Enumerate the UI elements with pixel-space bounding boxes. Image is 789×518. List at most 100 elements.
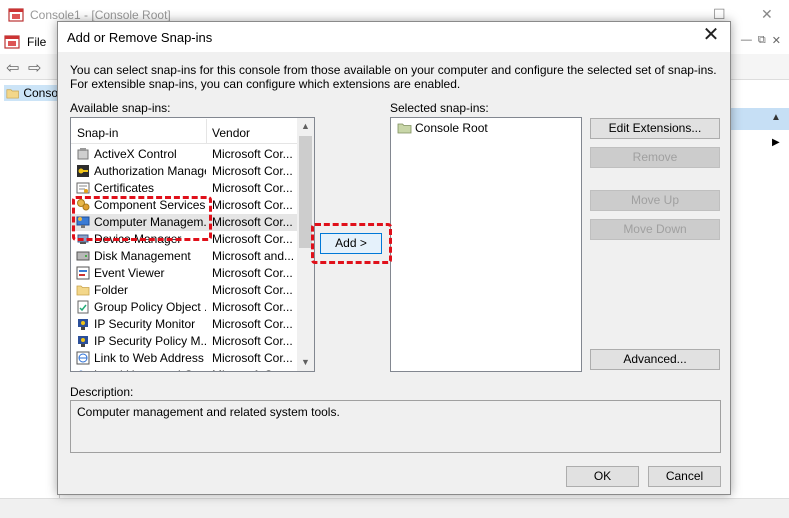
- snapin-row[interactable]: Folder Microsoft Cor...: [71, 282, 298, 299]
- selected-item-label: Console Root: [415, 121, 488, 135]
- advanced-button[interactable]: Advanced...: [590, 349, 720, 370]
- snapin-name: Event Viewer: [94, 266, 165, 280]
- menu-file[interactable]: File: [27, 35, 46, 49]
- group-policy-icon: [77, 300, 89, 314]
- add-button[interactable]: Add >: [320, 233, 382, 254]
- available-snapins-label: Available snap-ins:: [70, 101, 171, 115]
- column-header-vendor[interactable]: Vendor: [212, 126, 250, 140]
- authorization-icon: [77, 165, 89, 177]
- move-up-button[interactable]: Move Up: [590, 190, 720, 211]
- scroll-thumb[interactable]: [299, 136, 312, 248]
- snapin-name: Component Services: [94, 198, 206, 212]
- snapin-name: IP Security Policy M...: [94, 334, 206, 348]
- folder-icon: [76, 285, 90, 296]
- mdi-restore-icon[interactable]: ⧉: [758, 34, 766, 47]
- folder-icon: [6, 88, 19, 98]
- mdi-close-icon[interactable]: ✕: [772, 34, 781, 47]
- snapin-vendor: Microsoft and...: [212, 249, 295, 263]
- snapin-vendor: Microsoft Cor...: [212, 266, 293, 280]
- snapin-vendor: Microsoft Cor...: [212, 198, 293, 212]
- snapin-row[interactable]: IP Security Monitor Microsoft Cor...: [71, 316, 298, 333]
- scroll-down-icon[interactable]: ▼: [297, 354, 314, 371]
- close-icon[interactable]: ✕: [761, 6, 773, 23]
- description-text: Computer management and related system t…: [77, 405, 340, 419]
- console-root-folder-icon: [397, 123, 412, 134]
- snapin-vendor: Microsoft Cor...: [212, 164, 293, 178]
- back-arrow-icon[interactable]: ⇦: [6, 58, 19, 78]
- forward-arrow-icon[interactable]: ⇨: [28, 58, 41, 78]
- snapin-name: Computer Managem...: [94, 215, 206, 229]
- scroll-up-icon[interactable]: ▲: [297, 118, 314, 135]
- snapin-row[interactable]: Component Services Microsoft Cor...: [71, 197, 298, 214]
- mdi-window-controls: — ⧉ ✕: [741, 34, 781, 47]
- console-menu-icon[interactable]: [4, 34, 20, 50]
- tree-item-label: Conso: [23, 86, 58, 100]
- snapin-name: IP Security Monitor: [94, 317, 196, 331]
- snapin-vendor: Microsoft Cor...: [212, 317, 293, 331]
- web-link-icon: [76, 351, 90, 365]
- dialog-title: Add or Remove Snap-ins: [67, 30, 213, 45]
- snapin-name: Authorization Manager: [94, 164, 206, 178]
- snapin-name: ActiveX Control: [94, 147, 177, 161]
- console-title: Console1 - [Console Root]: [30, 8, 171, 22]
- ip-security-icon: [78, 319, 88, 330]
- more-actions-arrow-icon[interactable]: ▶: [772, 137, 780, 148]
- activex-icon: [77, 148, 89, 160]
- ok-button[interactable]: OK: [566, 466, 639, 487]
- snapin-row[interactable]: Link to Web Address Microsoft Cor...: [71, 350, 298, 367]
- snapin-name: Local Users and Gro...: [94, 368, 206, 371]
- dialog-close-icon[interactable]: ✕: [700, 25, 722, 47]
- console-statusbar: [0, 498, 789, 518]
- snapin-row[interactable]: ActiveX Control Microsoft Cor...: [71, 146, 298, 163]
- snapin-vendor: Microsoft Cor...: [212, 300, 293, 314]
- mmc-app-icon: [8, 8, 24, 22]
- snapin-row[interactable]: Computer Managem... Microsoft Cor...: [71, 214, 298, 231]
- remove-button[interactable]: Remove: [590, 147, 720, 168]
- column-header-snapin[interactable]: Snap-in: [77, 126, 118, 140]
- intro-text: You can select snap-ins for this console…: [70, 63, 717, 91]
- tree-item-console-root[interactable]: Conso: [4, 85, 60, 101]
- snapin-vendor: Microsoft Cor...: [212, 147, 293, 161]
- certificate-icon: [76, 182, 90, 194]
- description-label: Description:: [70, 385, 134, 399]
- snapin-row[interactable]: Group Policy Object ... Microsoft Cor...: [71, 299, 298, 316]
- event-viewer-icon: [76, 266, 90, 280]
- dialog-titlebar: Add or Remove Snap-ins ✕: [58, 22, 730, 52]
- snapin-name: Link to Web Address: [94, 351, 204, 365]
- cancel-button[interactable]: Cancel: [648, 466, 721, 487]
- snapin-row[interactable]: Event Viewer Microsoft Cor...: [71, 265, 298, 282]
- device-manager-icon: [77, 234, 89, 244]
- snapin-name: Group Policy Object ...: [94, 300, 206, 314]
- console-tree-pane: [0, 82, 60, 518]
- description-box: Computer management and related system t…: [70, 400, 721, 453]
- snapin-row[interactable]: Disk Management Microsoft and...: [71, 248, 298, 265]
- mdi-minimize-icon[interactable]: —: [741, 34, 752, 47]
- available-scrollbar[interactable]: ▲ ▼: [297, 118, 314, 371]
- available-snapins-list[interactable]: Snap-in Vendor ActiveX Control Microsoft …: [70, 117, 315, 372]
- selected-snapins-label: Selected snap-ins:: [390, 101, 489, 115]
- snapin-row[interactable]: Local Users and Gro... Microsoft Cor...: [71, 367, 298, 371]
- add-remove-snapins-dialog: Add or Remove Snap-ins ✕ You can select …: [57, 21, 731, 495]
- snapin-row[interactable]: IP Security Policy M... Microsoft Cor...: [71, 333, 298, 350]
- snapin-name: Folder: [94, 283, 129, 297]
- edit-extensions-button[interactable]: Edit Extensions...: [590, 118, 720, 139]
- snapin-name: Disk Management: [94, 249, 191, 263]
- component-services-icon: [77, 199, 90, 211]
- snapin-vendor: Microsoft Cor...: [212, 215, 293, 229]
- snapin-vendor: Microsoft Cor...: [212, 368, 296, 371]
- snapin-row[interactable]: Certificates Microsoft Cor...: [71, 180, 298, 197]
- selected-snapins-list[interactable]: Console Root: [390, 117, 582, 372]
- computer-management-icon: [76, 216, 90, 228]
- disk-icon: [76, 251, 90, 261]
- snapin-name: Device Manager: [94, 232, 182, 246]
- snapin-vendor: Microsoft Cor...: [212, 181, 293, 195]
- snapin-row[interactable]: Device Manager Microsoft Cor...: [71, 231, 298, 248]
- collapse-arrow-icon[interactable]: ▲: [771, 112, 781, 123]
- list-header: Snap-in Vendor: [71, 118, 298, 144]
- column-divider[interactable]: [206, 119, 207, 143]
- move-down-button[interactable]: Move Down: [590, 219, 720, 240]
- snapin-name: Certificates: [94, 181, 155, 195]
- snapin-row[interactable]: Authorization Manager Microsoft Cor...: [71, 163, 298, 180]
- snapin-vendor: Microsoft Cor...: [212, 334, 293, 348]
- selected-item-console-root[interactable]: Console Root: [397, 121, 488, 135]
